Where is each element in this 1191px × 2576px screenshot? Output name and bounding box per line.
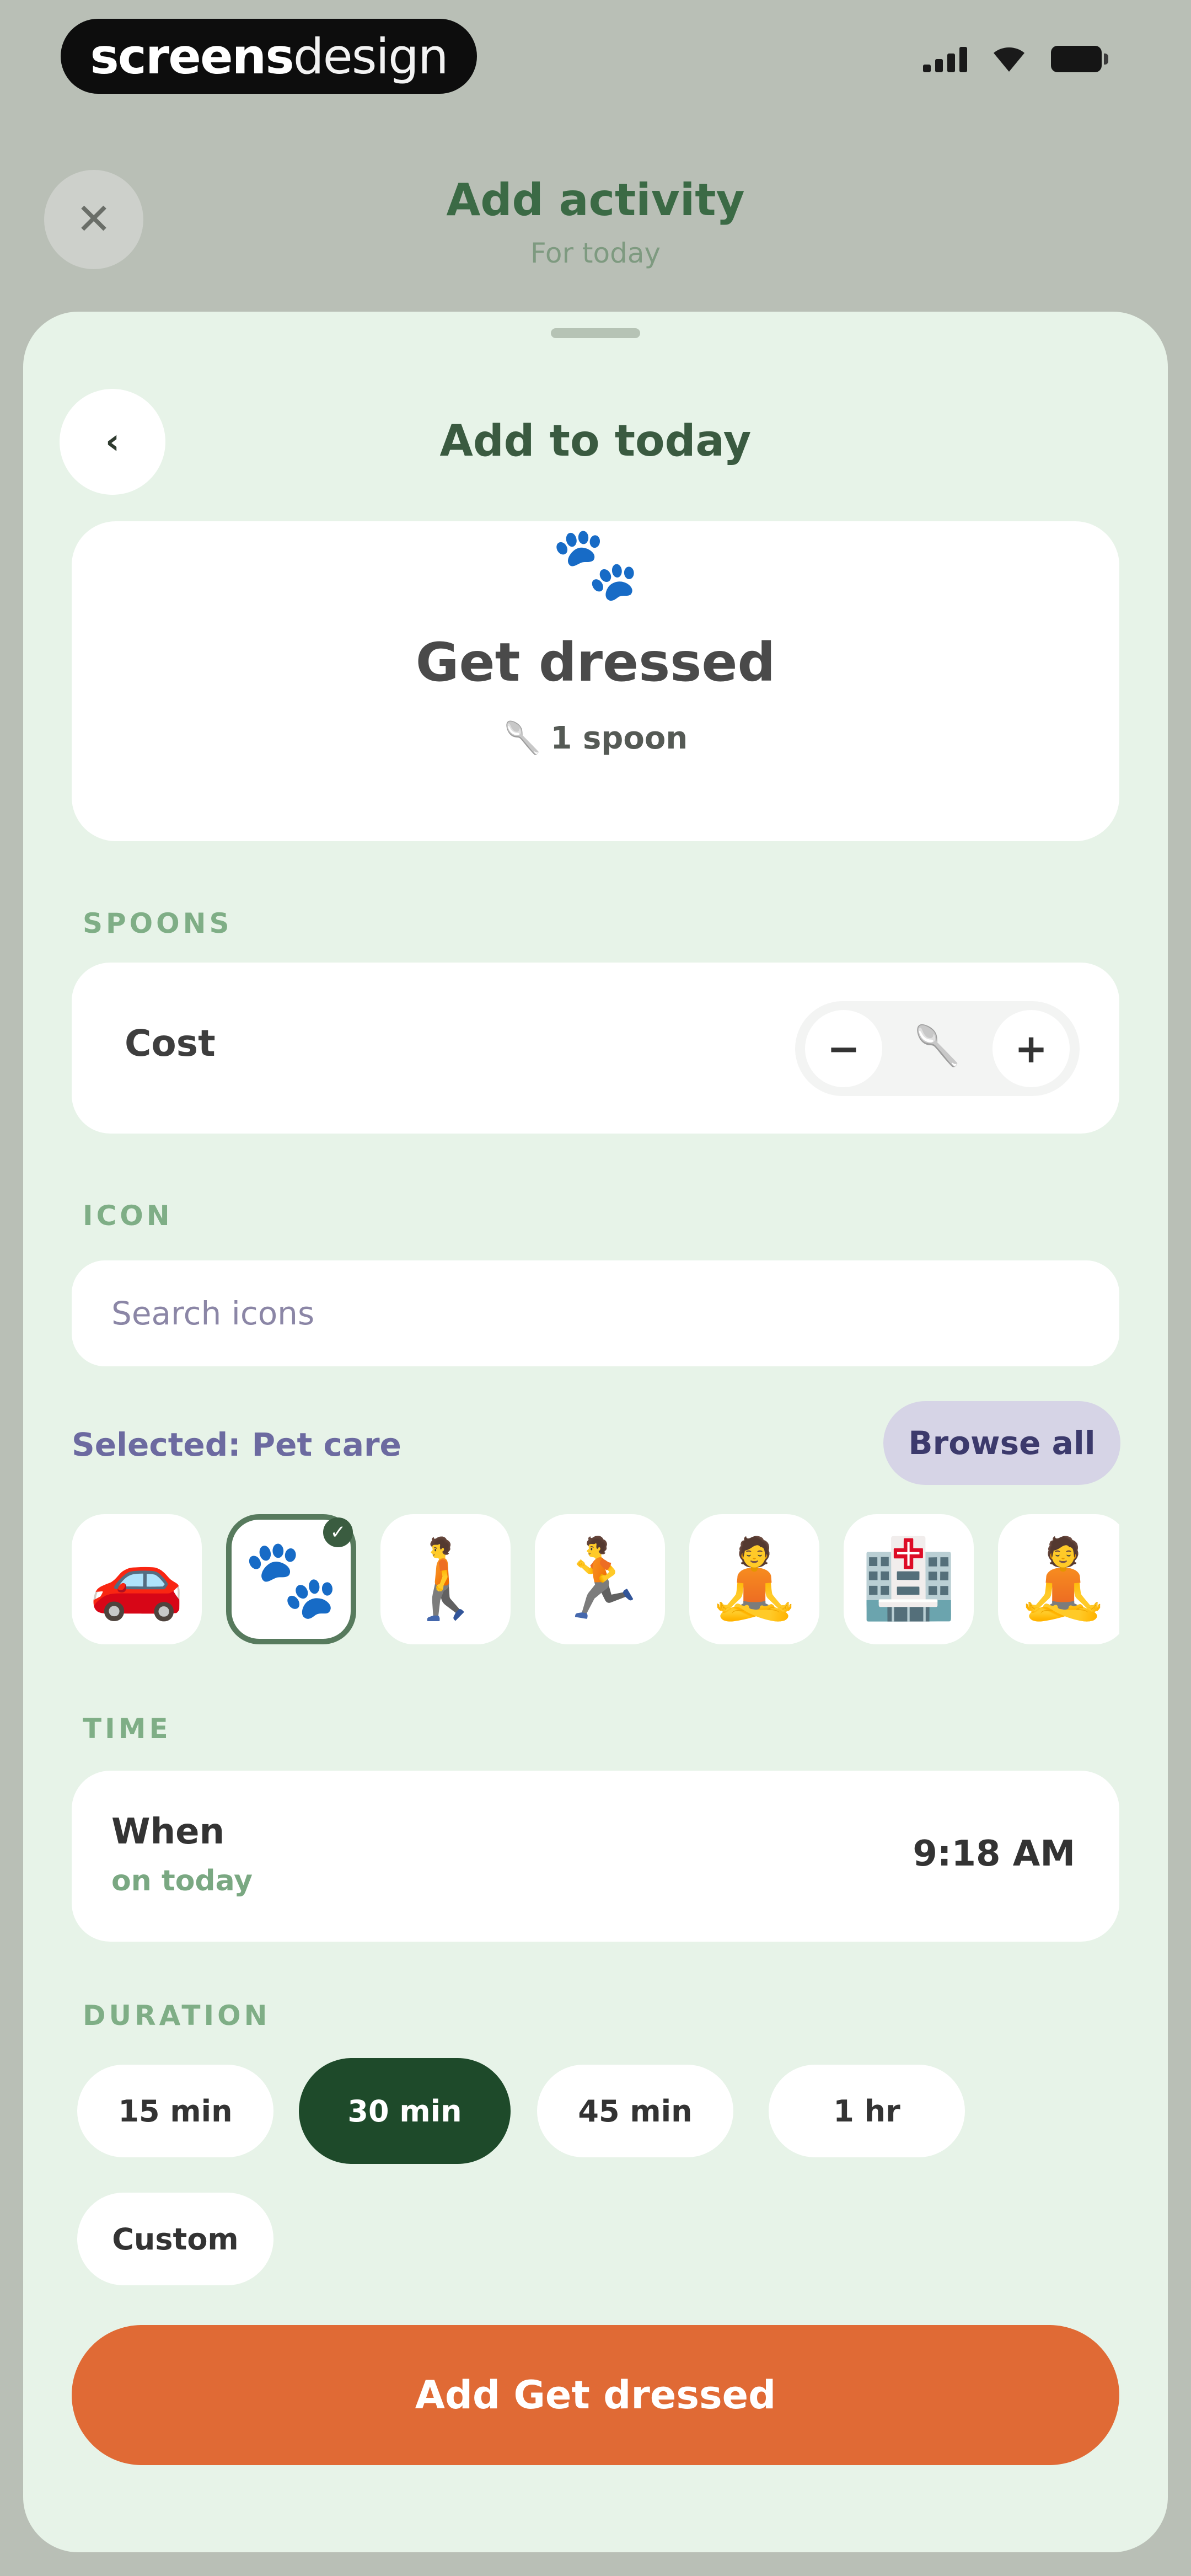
- brand-text-design: design: [293, 28, 449, 85]
- icon-option-paw[interactable]: 🐾 ✓: [226, 1514, 356, 1644]
- section-label-icon: ICON: [83, 1200, 173, 1232]
- increase-cost-button[interactable]: +: [993, 1010, 1070, 1087]
- duration-chip-custom[interactable]: Custom: [77, 2193, 273, 2285]
- when-day: on today: [111, 1864, 253, 1898]
- checkmark-icon: ✓: [323, 1517, 353, 1547]
- brand-logo: screens design: [61, 19, 477, 94]
- activity-preview-card: 🐾 Get dressed 🥄 1 spoon: [72, 521, 1119, 841]
- battery-icon: [1051, 46, 1108, 72]
- cost-stepper: − 🥄 +: [795, 1001, 1080, 1096]
- when-label: When: [111, 1811, 225, 1852]
- section-label-spoons: SPOONS: [83, 907, 233, 939]
- icon-picker-strip[interactable]: 🚗 🐾 ✓ 🚶 🏃 🧘 🏥 🧘: [72, 1514, 1119, 1652]
- running-icon: 🏃: [551, 1534, 648, 1624]
- cost-label: Cost: [125, 1022, 216, 1065]
- section-label-time: TIME: [83, 1713, 171, 1745]
- add-activity-button[interactable]: Add Get dressed: [72, 2325, 1119, 2465]
- status-icons: [923, 45, 1108, 73]
- brand-text-screens: screens: [90, 28, 294, 85]
- spoon-icon: 🥄: [503, 720, 542, 756]
- selected-icon-label: Selected: Pet care: [72, 1426, 401, 1463]
- duration-chip-45-min[interactable]: 45 min: [537, 2065, 733, 2157]
- meditation-icon: 🧘: [706, 1534, 803, 1624]
- icon-option-car[interactable]: 🚗: [72, 1514, 202, 1644]
- paw-icon: 🐾: [243, 1534, 340, 1624]
- icon-option-running[interactable]: 🏃: [535, 1514, 665, 1644]
- when-row[interactable]: When on today 9:18 AM: [72, 1771, 1119, 1942]
- page-subtitle: For today: [530, 237, 661, 269]
- spoon-icon: 🥄: [913, 1023, 962, 1068]
- time-value: 9:18 AM: [913, 1834, 1075, 1874]
- car-icon: 🚗: [88, 1534, 185, 1624]
- duration-chip-15-min[interactable]: 15 min: [77, 2065, 273, 2157]
- bottom-sheet: ‹ Add to today 🐾 Get dressed 🥄 1 spoon SP…: [23, 312, 1168, 2552]
- icon-option-meditation[interactable]: 🧘: [689, 1514, 819, 1644]
- icon-option-hospital[interactable]: 🏥: [844, 1514, 974, 1644]
- activity-cost: 🥄 1 spoon: [72, 720, 1119, 756]
- icon-option-meditation-2[interactable]: 🧘: [998, 1514, 1119, 1644]
- browse-all-button[interactable]: Browse all: [883, 1401, 1120, 1485]
- icon-option-walking[interactable]: 🚶: [380, 1514, 511, 1644]
- hospital-icon: 🏥: [860, 1534, 957, 1624]
- walking-icon: 🚶: [397, 1534, 494, 1624]
- duration-chip-1-hr[interactable]: 1 hr: [769, 2065, 965, 2157]
- activity-cost-text: 1 spoon: [550, 720, 688, 756]
- cost-row: Cost − 🥄 +: [72, 963, 1119, 1134]
- activity-name: Get dressed: [415, 632, 776, 693]
- page-title: Add activity: [446, 174, 745, 226]
- sheet-title: Add to today: [439, 416, 752, 466]
- cellular-signal-icon: [923, 46, 967, 72]
- search-icons-input[interactable]: [72, 1260, 1119, 1366]
- wifi-icon: [994, 47, 1024, 72]
- paw-icon: 🐾: [551, 521, 640, 605]
- section-label-duration: DURATION: [83, 2000, 271, 2032]
- sheet-grabber-handle[interactable]: [551, 328, 640, 338]
- meditation-icon: 🧘: [1015, 1534, 1112, 1624]
- decrease-cost-button[interactable]: −: [805, 1010, 882, 1087]
- duration-chip-30-min[interactable]: 30 min: [299, 2058, 511, 2164]
